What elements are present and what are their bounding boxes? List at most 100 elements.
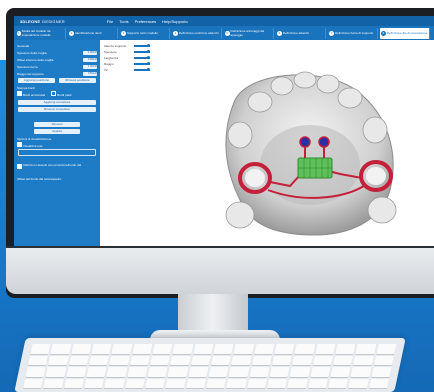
keyboard-key	[150, 355, 171, 365]
keyboard-key	[109, 355, 130, 365]
param-row: Spessore barra 1.00mm	[17, 64, 97, 69]
keyboard-key	[307, 378, 329, 388]
keyboard-key	[373, 355, 395, 365]
step-4[interactable]: 4 Definizione posizione attacchi	[172, 27, 222, 39]
keyboard-key	[292, 355, 313, 365]
section-label: Opzioni di visualizzazione	[17, 136, 52, 141]
keyboard-key	[68, 355, 90, 365]
menu-item-file[interactable]: File	[107, 19, 113, 24]
keyboard-key	[272, 355, 293, 365]
keyboard-key	[71, 344, 92, 354]
keyboard-key	[25, 367, 46, 377]
menu-item-preferences[interactable]: Preferences	[135, 19, 157, 24]
step-6[interactable]: 6 Definizione attacchi	[276, 27, 326, 39]
checkbox-flat[interactable]: Bordi piatti	[51, 90, 71, 97]
keyboard-key	[193, 344, 214, 354]
keyboard-key	[152, 344, 173, 354]
keyboard-key	[84, 378, 105, 388]
keyboard-key	[91, 344, 112, 354]
remove-button[interactable]: Rimuovi	[34, 122, 80, 127]
keyboard-key	[127, 367, 148, 377]
keyboard-key	[145, 378, 166, 388]
keyboard-key	[246, 378, 268, 388]
keyboard-key	[89, 355, 110, 365]
keyboard-key	[249, 367, 270, 377]
keyboard-key	[63, 378, 85, 388]
check-row: Visualizza rete	[17, 141, 97, 148]
keyboard-key	[231, 355, 252, 365]
step-7[interactable]: 7 Definizione barra di supporto	[328, 27, 378, 39]
keyboard-key	[355, 344, 377, 354]
keyboard-key	[211, 355, 232, 365]
menu-bar: File Tools Preferences Help/Supporto	[107, 19, 188, 24]
keyboard-key	[287, 378, 308, 388]
app-brand: 3DLEONE DESIGNER	[20, 18, 65, 24]
keyboard-key	[333, 355, 354, 365]
add-connector-button[interactable]: Aggiungi connettore	[18, 100, 96, 105]
step-8[interactable]: 8 Definizione filo di connessione	[380, 27, 430, 39]
keyboard-key	[348, 378, 369, 388]
step-1[interactable]: 1 Scelta del modello da impostazione mode…	[16, 27, 66, 39]
footer-label: Offset del bordo dal sottosquadro	[17, 176, 62, 181]
keyboard-key	[233, 344, 255, 354]
keyboard-key	[213, 344, 234, 354]
keyboard-key	[350, 367, 372, 377]
keyboard-key	[294, 344, 316, 354]
keyboard-key	[254, 344, 275, 354]
param-field[interactable]: 1.00mm	[83, 50, 97, 55]
check-row: Bordi arrotondati Bordi piatti	[17, 90, 97, 97]
keyboard-key	[185, 378, 207, 388]
keyboard-key	[368, 378, 390, 388]
keyboard-key	[226, 378, 247, 388]
keyboard-key	[30, 344, 51, 354]
keyboard-key	[310, 367, 331, 377]
keyboard-key	[86, 367, 107, 377]
apply-button[interactable]: Applica	[34, 129, 80, 134]
step-3[interactable]: 3 Supporto sotto modello	[120, 27, 170, 39]
param-row: Raggio del supporto 0.50mm	[17, 71, 97, 76]
add-position-button[interactable]: Aggiungi posizione	[18, 78, 55, 83]
checkbox-show-mesh[interactable]: Visualizza rete	[17, 141, 42, 148]
param-field[interactable]: 1.00mm	[83, 64, 97, 69]
keyboard-keys	[23, 344, 397, 388]
keyboard-key	[269, 367, 290, 377]
wide-field[interactable]	[18, 149, 96, 156]
section-label: Stampa bordi	[17, 85, 35, 90]
param-field[interactable]: 0.00mm	[83, 57, 97, 62]
checkbox-rounded[interactable]: Bordi arrotondati	[17, 90, 45, 97]
keyboard-key	[289, 367, 311, 377]
3d-viewport[interactable]: Altezza supporto Spessore Larghezza Ragg…	[100, 40, 434, 246]
keyboard-key	[66, 367, 87, 377]
menu-item-help[interactable]: Help/Supporto	[162, 19, 188, 24]
keyboard-key	[274, 344, 295, 354]
step-2[interactable]: 2 Identificazione denti	[68, 27, 118, 39]
keyboard-key	[48, 355, 69, 365]
remove-connector-button[interactable]: Rimuovi connettore	[18, 107, 96, 112]
keyboard-key	[328, 378, 349, 388]
keyboard-key	[124, 378, 146, 388]
remove-position-button[interactable]: Rimuovi posizione	[59, 78, 96, 83]
keyboard-key	[129, 355, 151, 365]
dental-model-render	[225, 71, 397, 236]
keyboard-key	[206, 378, 227, 388]
monitor-screen: 3DLEONE DESIGNER File Tools Preferences H…	[14, 16, 434, 246]
keyboard-key	[147, 367, 168, 377]
keyboard-key	[170, 355, 191, 365]
note-row: Utilizza un alveolo con protezione/bordo…	[17, 163, 97, 172]
menu-item-tools[interactable]: Tools	[119, 19, 128, 24]
keyboard-key	[371, 367, 392, 377]
monitor-chin	[6, 248, 434, 294]
sidebar-panel: Generale Spessore della maglia 1.00mm Off…	[14, 40, 100, 246]
keyboard-key	[312, 355, 334, 365]
keyboard-key	[353, 355, 374, 365]
title-bar: 3DLEONE DESIGNER File Tools Preferences H…	[14, 16, 434, 26]
param-field[interactable]: 0.50mm	[83, 71, 97, 76]
keyboard-key	[335, 344, 356, 354]
keyboard-key	[267, 378, 288, 388]
keyboard-key	[132, 344, 153, 354]
monitor-stand	[178, 294, 248, 334]
keyboard-key	[167, 367, 189, 377]
keyboard-key	[165, 378, 186, 388]
keyboard-key	[251, 355, 273, 365]
step-5[interactable]: 5 Definizione ancoraggi del appoggio	[224, 27, 274, 39]
